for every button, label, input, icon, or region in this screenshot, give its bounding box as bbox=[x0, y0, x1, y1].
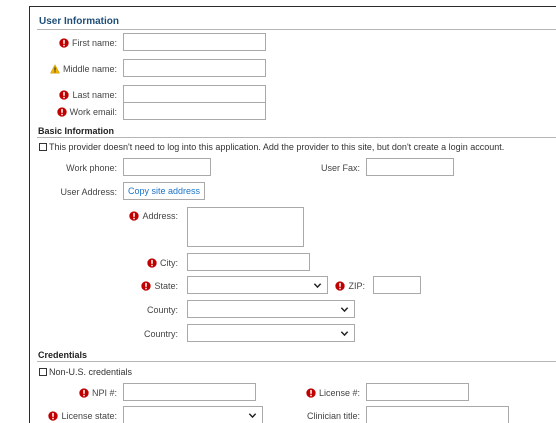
no-login-checkbox[interactable] bbox=[39, 143, 47, 151]
required-icon bbox=[129, 211, 139, 221]
non-us-credentials-checkbox[interactable] bbox=[39, 368, 47, 376]
section-divider bbox=[37, 29, 556, 30]
required-icon bbox=[48, 411, 58, 421]
middle-name-label: Middle name: bbox=[50, 64, 117, 74]
required-icon bbox=[59, 90, 69, 100]
no-login-checkbox-label: This provider doesn't need to log into t… bbox=[49, 142, 505, 152]
chevron-down-icon bbox=[313, 281, 322, 290]
required-icon bbox=[147, 258, 157, 268]
zip-input[interactable] bbox=[373, 276, 421, 294]
first-name-label: First name: bbox=[59, 38, 117, 48]
basic-information-title: Basic Information bbox=[38, 126, 115, 136]
user-fax-label: User Fax: bbox=[320, 163, 360, 173]
county-label: County: bbox=[146, 305, 178, 315]
required-icon bbox=[306, 388, 316, 398]
county-select[interactable] bbox=[187, 300, 355, 318]
clinician-title-label: Clinician title: bbox=[306, 411, 360, 421]
work-email-label: Work email: bbox=[57, 107, 117, 117]
first-name-input[interactable] bbox=[123, 33, 266, 51]
npi-input[interactable] bbox=[123, 383, 256, 401]
clinician-title-input[interactable] bbox=[366, 406, 509, 423]
section-divider bbox=[37, 137, 556, 138]
last-name-input[interactable] bbox=[123, 85, 266, 103]
last-name-label: Last name: bbox=[59, 90, 117, 100]
zip-label: ZIP: bbox=[335, 281, 365, 291]
license-number-label: License #: bbox=[306, 388, 360, 398]
credentials-title: Credentials bbox=[38, 350, 88, 360]
country-select[interactable] bbox=[187, 324, 355, 342]
non-us-credentials-label: Non-U.S. credentials bbox=[49, 367, 133, 377]
form-panel: User Information First name: Middle name… bbox=[29, 6, 556, 423]
country-label: Country: bbox=[143, 329, 178, 339]
copy-site-address-button[interactable]: Copy site address bbox=[123, 182, 205, 200]
chevron-down-icon bbox=[340, 305, 349, 314]
required-icon bbox=[335, 281, 345, 291]
user-information-title: User Information bbox=[39, 16, 120, 27]
city-input[interactable] bbox=[187, 253, 310, 271]
state-select[interactable] bbox=[187, 276, 328, 294]
required-icon bbox=[59, 38, 69, 48]
warning-icon bbox=[50, 64, 60, 74]
address-label: Address: bbox=[129, 211, 178, 221]
middle-name-input[interactable] bbox=[123, 59, 266, 77]
chevron-down-icon bbox=[248, 411, 257, 420]
city-label: City: bbox=[147, 258, 178, 268]
license-state-select[interactable] bbox=[123, 406, 263, 423]
license-state-label: License state: bbox=[48, 411, 117, 421]
state-label: State: bbox=[141, 281, 178, 291]
required-icon bbox=[57, 107, 67, 117]
user-fax-input[interactable] bbox=[366, 158, 454, 176]
chevron-down-icon bbox=[340, 329, 349, 338]
work-phone-label: Work phone: bbox=[66, 163, 117, 173]
npi-label: NPI #: bbox=[79, 388, 117, 398]
work-email-input[interactable] bbox=[123, 102, 266, 120]
required-icon bbox=[141, 281, 151, 291]
section-divider bbox=[37, 361, 556, 362]
required-icon bbox=[79, 388, 89, 398]
license-number-input[interactable] bbox=[366, 383, 469, 401]
work-phone-input[interactable] bbox=[123, 158, 211, 176]
user-address-label: User Address: bbox=[60, 187, 117, 197]
address-textarea[interactable] bbox=[187, 207, 304, 247]
